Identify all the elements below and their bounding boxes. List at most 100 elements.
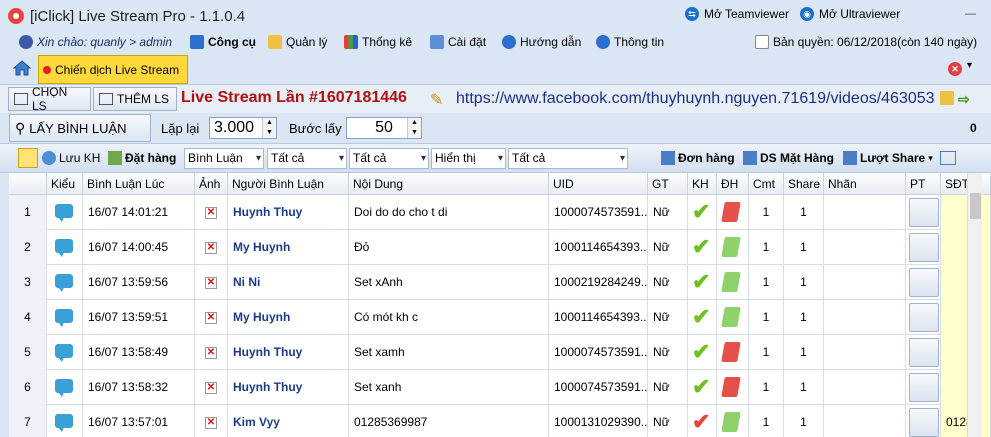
- payment-cell[interactable]: [906, 265, 941, 300]
- menu-tools[interactable]: Công cụ: [190, 35, 256, 49]
- ultraviewer-button[interactable]: ◉ Mở Ultraviewer: [800, 7, 900, 21]
- label-cell[interactable]: [824, 405, 906, 437]
- table-row[interactable]: 5 16/07 13:58:49 ✕ Huynh Thuy Set xamh 100007…: [9, 335, 991, 370]
- payment-button[interactable]: [909, 338, 939, 367]
- label-cell[interactable]: [824, 265, 906, 300]
- table-row[interactable]: 7 16/07 13:57:01 ✕ Kim Vyy 01285369987 100013…: [9, 405, 991, 437]
- payment-button[interactable]: [909, 408, 939, 437]
- grid-header-uid[interactable]: UID: [549, 173, 648, 195]
- payment-cell[interactable]: [906, 370, 941, 405]
- grid-header-pt[interactable]: PT: [906, 173, 941, 195]
- grid-header-content[interactable]: Nội Dung: [349, 173, 549, 195]
- customer-status-cell[interactable]: ✔: [688, 265, 717, 300]
- scrollbar-thumb[interactable]: [970, 193, 981, 219]
- label-cell[interactable]: [824, 230, 906, 265]
- commenter-name[interactable]: My Huynh: [228, 300, 349, 335]
- teamviewer-button[interactable]: ⇆ Mở Teamviewer: [685, 7, 789, 21]
- save-customer-button[interactable]: Lưu KH: [42, 151, 100, 165]
- arrow-right-icon[interactable]: ⇨: [958, 91, 970, 108]
- label-cell[interactable]: [824, 370, 906, 405]
- folder-icon[interactable]: [940, 91, 954, 105]
- customer-status-cell[interactable]: ✔: [688, 230, 717, 265]
- table-row[interactable]: 3 16/07 13:59:56 ✕ Ni Ni Set xAnh 10002192842…: [9, 265, 991, 300]
- menu-manage[interactable]: Quản lý: [268, 35, 327, 49]
- fetch-comments-button[interactable]: ⚲ LẤY BÌNH LUẬN: [9, 114, 151, 142]
- table-row[interactable]: 1 16/07 14:01:21 ✕ Huynh Thuy Doi do do cho …: [9, 195, 991, 230]
- step-stepper[interactable]: 50 ▲ ▼: [346, 117, 422, 139]
- close-tab-icon[interactable]: ✕: [948, 62, 962, 76]
- phone-cell[interactable]: [941, 370, 991, 405]
- payment-cell[interactable]: [906, 300, 941, 335]
- refresh-icon[interactable]: [18, 148, 38, 168]
- share-count-button[interactable]: Lượt Share ▾: [843, 151, 933, 165]
- repeat-stepper[interactable]: 3.000 ▲ ▼: [209, 117, 277, 139]
- order-status-cell[interactable]: [717, 300, 749, 335]
- label-cell[interactable]: [824, 195, 906, 230]
- phone-cell[interactable]: [941, 265, 991, 300]
- grid-vertical-scrollbar[interactable]: [967, 173, 982, 437]
- menu-statistics[interactable]: Thống kê: [344, 35, 412, 49]
- window-minimize-button[interactable]: —: [965, 8, 976, 20]
- tab-live-stream-campaign[interactable]: Chiến dịch Live Stream: [38, 55, 188, 84]
- grid-header-image[interactable]: Ảnh: [195, 173, 228, 195]
- phone-cell[interactable]: [941, 230, 991, 265]
- label-cell[interactable]: [824, 300, 906, 335]
- table-row[interactable]: 4 16/07 13:59:51 ✕ My Huynh Có mót kh c 10001…: [9, 300, 991, 335]
- choose-stream-button[interactable]: CHỌN LS: [8, 85, 91, 113]
- phone-cell[interactable]: 0128: [941, 405, 991, 437]
- filter-label-select[interactable]: Tất cả: [508, 148, 628, 169]
- home-icon[interactable]: [13, 60, 31, 76]
- products-button[interactable]: DS Mặt Hàng: [743, 151, 834, 165]
- payment-cell[interactable]: [906, 405, 941, 437]
- payment-button[interactable]: [909, 268, 939, 297]
- payment-cell[interactable]: [906, 195, 941, 230]
- customer-status-cell[interactable]: ✔: [688, 195, 717, 230]
- order-status-cell[interactable]: [717, 335, 749, 370]
- commenter-name[interactable]: Huynh Thuy: [228, 370, 349, 405]
- menu-guide[interactable]: Hướng dẫn: [502, 35, 581, 49]
- add-stream-button[interactable]: THÊM LS: [93, 87, 177, 111]
- commenter-name[interactable]: Huynh Thuy: [228, 335, 349, 370]
- commenter-name[interactable]: My Huynh: [228, 230, 349, 265]
- filter-display-select[interactable]: Hiển thị: [431, 148, 506, 169]
- grid-header-order[interactable]: ĐH: [717, 173, 749, 195]
- commenter-name[interactable]: Kim Vyy: [228, 405, 349, 437]
- grid-header-commenter[interactable]: Người Bình Luận: [228, 173, 349, 195]
- stepper-arrows-icon[interactable]: ▲ ▼: [262, 118, 276, 138]
- payment-button[interactable]: [909, 198, 939, 227]
- payment-cell[interactable]: [906, 230, 941, 265]
- payment-button[interactable]: [909, 303, 939, 332]
- order-status-cell[interactable]: [717, 265, 749, 300]
- menu-info[interactable]: Thông tin: [596, 35, 664, 49]
- grid-header-customer[interactable]: KH: [688, 173, 717, 195]
- order-status-cell[interactable]: [717, 195, 749, 230]
- orders-button[interactable]: Đơn hàng: [661, 151, 735, 165]
- filter-customer-select[interactable]: Tất cả: [349, 148, 429, 169]
- customer-status-cell[interactable]: ✔: [688, 405, 717, 437]
- label-cell[interactable]: [824, 335, 906, 370]
- grid-header-phone[interactable]: SĐT: [941, 173, 991, 195]
- customer-status-cell[interactable]: ✔: [688, 370, 717, 405]
- phone-cell[interactable]: [941, 195, 991, 230]
- filter-status-select[interactable]: Tất cả: [267, 148, 347, 169]
- grid-header-gender[interactable]: GT: [648, 173, 688, 195]
- phone-cell[interactable]: [941, 335, 991, 370]
- grid-header-share[interactable]: Share: [784, 173, 824, 195]
- filter-type-select[interactable]: Bình Luận: [184, 148, 264, 169]
- commenter-name[interactable]: Huynh Thuy: [228, 195, 349, 230]
- export-icon[interactable]: [940, 151, 956, 165]
- payment-cell[interactable]: [906, 335, 941, 370]
- customer-status-cell[interactable]: ✔: [688, 335, 717, 370]
- tab-dropdown-icon[interactable]: ▾: [967, 60, 972, 71]
- grid-header-type[interactable]: Kiểu: [47, 173, 83, 195]
- phone-cell[interactable]: [941, 300, 991, 335]
- commenter-name[interactable]: Ni Ni: [228, 265, 349, 300]
- order-status-cell[interactable]: [717, 405, 749, 437]
- grid-header-time[interactable]: Bình Luận Lúc: [83, 173, 195, 195]
- stream-url-field[interactable]: https://www.facebook.com/thuyhuynh.nguye…: [456, 88, 956, 110]
- order-status-cell[interactable]: [717, 370, 749, 405]
- stepper-arrows-icon[interactable]: ▲ ▼: [407, 118, 421, 138]
- grid-header-label[interactable]: Nhãn: [824, 173, 906, 195]
- pencil-icon[interactable]: ✎: [430, 90, 443, 110]
- grid-header-cmt[interactable]: Cmt: [749, 173, 784, 195]
